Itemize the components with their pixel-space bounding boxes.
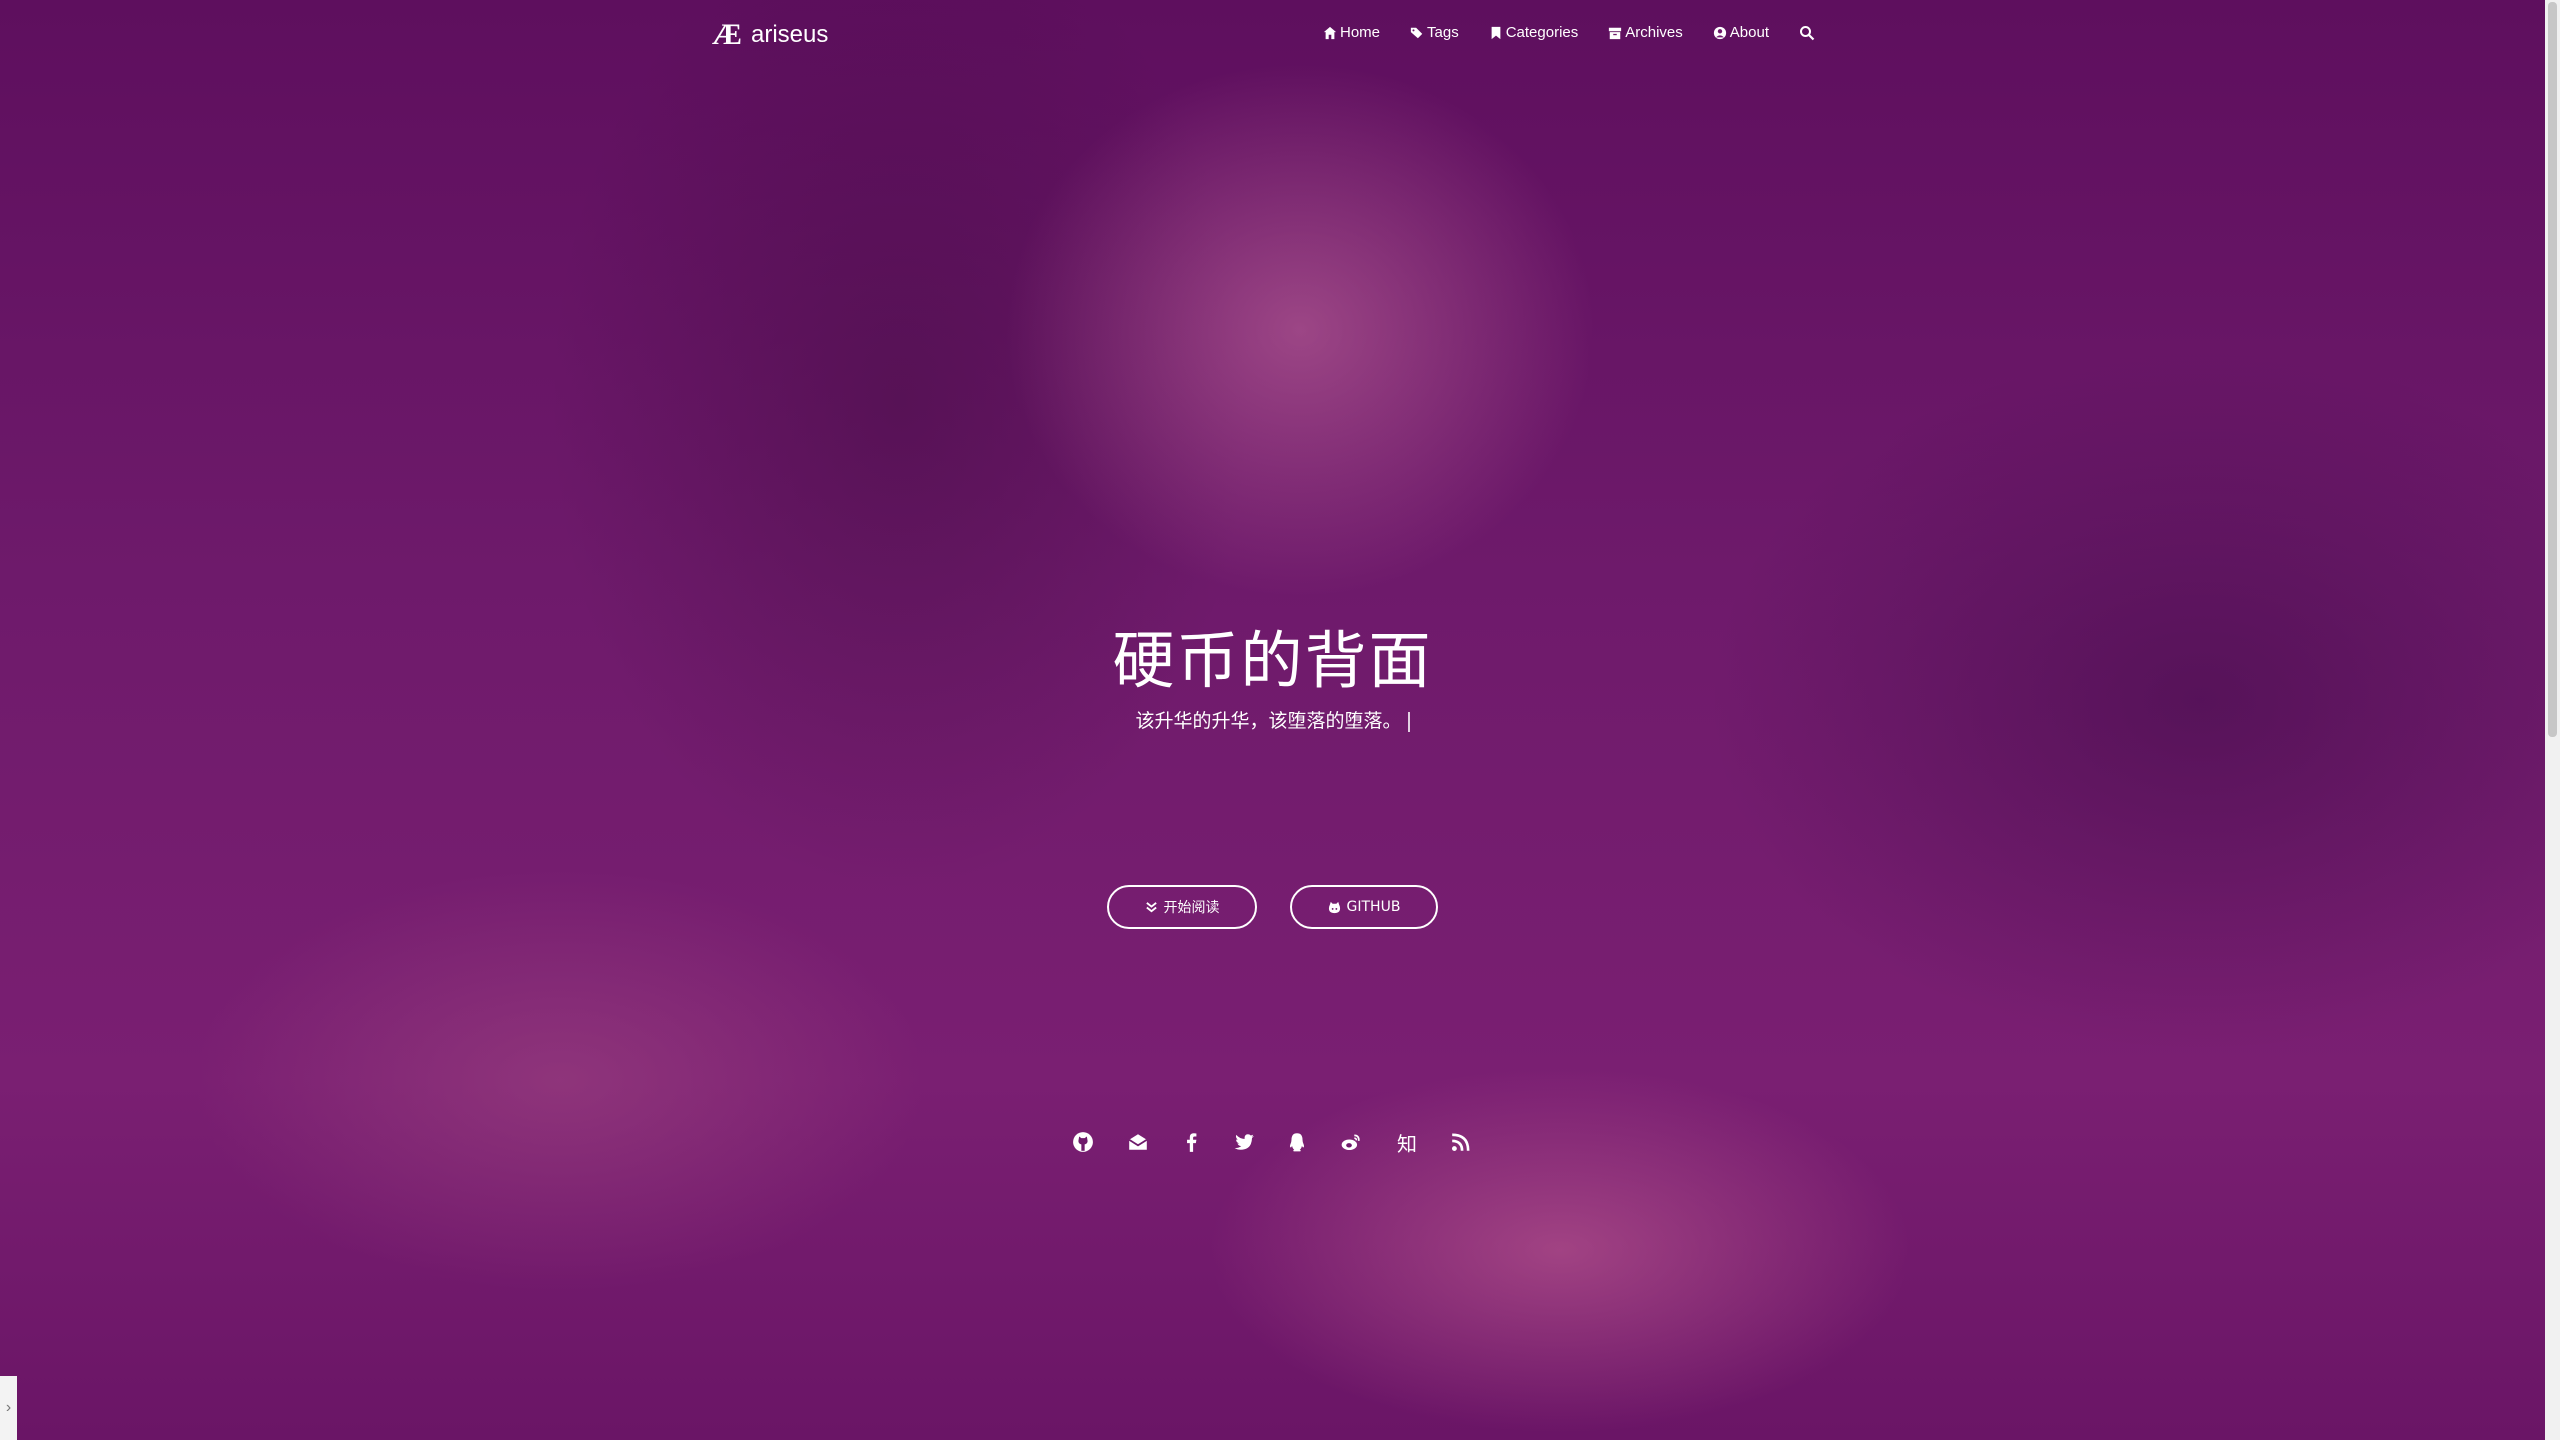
hero-subtitle-text: 该升华的升华，该堕落的堕落。 [1135, 710, 1402, 732]
github-icon[interactable] [1071, 1130, 1095, 1154]
user-circle-icon [1713, 26, 1726, 39]
github-button[interactable]: GITHUB [1290, 885, 1438, 929]
start-reading-button[interactable]: 开始阅读 [1107, 885, 1257, 929]
twitter-icon[interactable] [1232, 1130, 1256, 1154]
bookmark-icon [1491, 26, 1501, 39]
weibo-icon[interactable] [1339, 1130, 1363, 1154]
double-chevron-down-icon [1145, 901, 1157, 912]
nav-item-label: Home [1340, 24, 1381, 41]
nav-menu: Home Tags Categories Archives About [1323, 24, 1815, 41]
nav-item-about[interactable]: About [1713, 24, 1769, 41]
github-label: GITHUB [1346, 899, 1401, 915]
nav-item-tags[interactable]: Tags [1410, 24, 1459, 41]
archive-icon [1609, 27, 1622, 39]
social-links: 知 [0, 1130, 2545, 1156]
site-logo[interactable]: Æ [712, 18, 742, 52]
typing-cursor [1407, 711, 1410, 732]
hero-subtitle: 该升华的升华，该堕落的堕落。 [0, 706, 2545, 733]
sidebar-toggle[interactable]: › [0, 1376, 17, 1440]
scrollbar-thumb[interactable] [2548, 2, 2557, 737]
nav-item-label: About [1729, 24, 1769, 41]
nav-item-categories[interactable]: Categories [1489, 24, 1579, 41]
nav-item-archives[interactable]: Archives [1608, 24, 1683, 41]
rss-icon[interactable] [1449, 1130, 1473, 1154]
site-brand[interactable]: Æ ariseus [712, 18, 828, 52]
page-scrollbar[interactable] [2545, 0, 2560, 1440]
site-name[interactable]: ariseus [751, 21, 828, 49]
zhihu-icon[interactable]: 知 [1395, 1130, 1419, 1156]
qq-icon[interactable] [1285, 1130, 1309, 1154]
home-icon [1323, 26, 1337, 39]
nav-item-label: Tags [1427, 24, 1459, 41]
tags-icon [1410, 27, 1423, 38]
start-reading-label: 开始阅读 [1163, 900, 1220, 916]
email-icon[interactable] [1126, 1130, 1150, 1154]
top-navbar: Æ ariseus Home Tags Categories Archives [0, 14, 2545, 54]
hero-title: 硬币的背面 [1112, 624, 1433, 697]
nav-item-home[interactable]: Home [1323, 24, 1380, 41]
nav-item-label: Categories [1505, 24, 1579, 41]
github-alt-icon [1328, 901, 1340, 913]
facebook-icon[interactable] [1180, 1130, 1204, 1154]
nav-item-label: Archives [1625, 24, 1683, 41]
search-icon[interactable] [1799, 25, 1815, 41]
hero-background: Æ ariseus Home Tags Categories Archives [0, 0, 2545, 1440]
